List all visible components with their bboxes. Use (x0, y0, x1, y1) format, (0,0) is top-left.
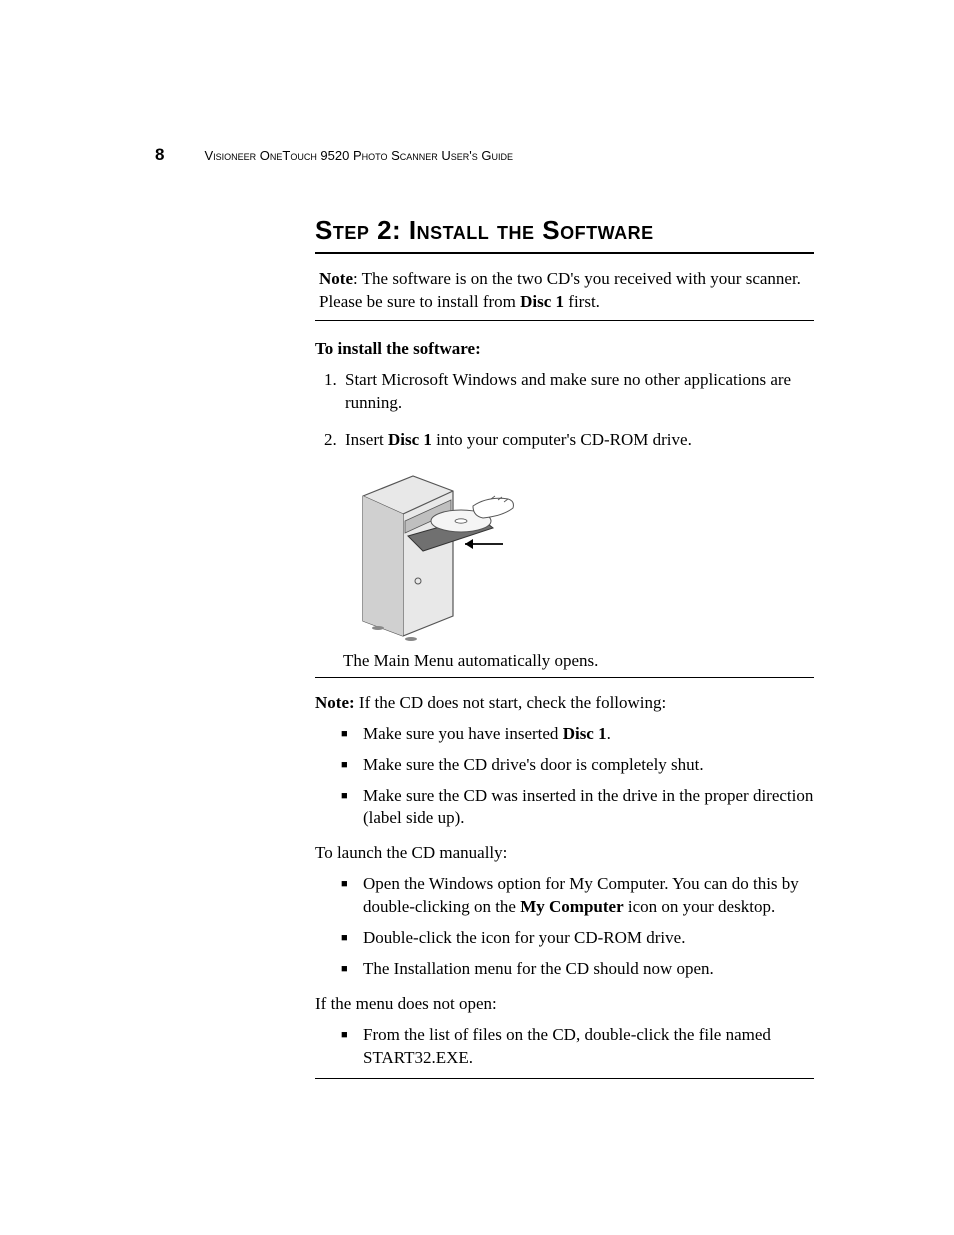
fallback-item-1: From the list of files on the CD, double… (359, 1024, 814, 1070)
step-2: Insert Disc 1 into your computer's CD-RO… (341, 429, 814, 452)
check-item-1-prefix: Make sure you have inserted (363, 724, 563, 743)
note-2-text: If the CD does not start, check the foll… (355, 693, 667, 712)
page-number: 8 (155, 145, 164, 165)
insert-disc-illustration (343, 466, 523, 641)
step-2-bold: Disc 1 (388, 430, 432, 449)
launch-item-1-bold: My Computer (520, 897, 623, 916)
launch-item-1-suffix: icon on your desktop. (624, 897, 776, 916)
launch-list: Open the Windows option for My Computer.… (315, 873, 814, 981)
note-rule (315, 320, 814, 321)
step-2-suffix: into your computer's CD-ROM drive. (432, 430, 692, 449)
check-item-1-bold: Disc 1 (563, 724, 607, 743)
page-header: 8 Visioneer OneTouch 9520 Photo Scanner … (155, 145, 814, 165)
launch-item-1: Open the Windows option for My Computer.… (359, 873, 814, 919)
note-text-2: first. (564, 292, 600, 311)
section-rule-1 (315, 677, 814, 678)
heading-rule (315, 252, 814, 254)
check-item-1: Make sure you have inserted Disc 1. (359, 723, 814, 746)
launch-heading: To launch the CD manually: (315, 842, 814, 865)
step-1: Start Microsoft Windows and make sure no… (341, 369, 814, 415)
note-2: Note: If the CD does not start, check th… (315, 692, 814, 715)
check-item-2: Make sure the CD drive's door is complet… (359, 754, 814, 777)
step-2-prefix: Insert (345, 430, 388, 449)
install-subhead: To install the software: (315, 339, 814, 359)
install-steps: Start Microsoft Windows and make sure no… (315, 369, 814, 452)
launch-item-2: Double-click the icon for your CD-ROM dr… (359, 927, 814, 950)
note-box: Note: The software is on the two CD's yo… (315, 268, 814, 314)
check-item-3: Make sure the CD was inserted in the dri… (359, 785, 814, 831)
check-list: Make sure you have inserted Disc 1. Make… (315, 723, 814, 831)
check-item-1-suffix: . (607, 724, 611, 743)
fallback-list: From the list of files on the CD, double… (315, 1024, 814, 1070)
fallback-heading: If the menu does not open: (315, 993, 814, 1016)
section-heading: Step 2: Install the Software (315, 215, 814, 246)
note-bold: Disc 1 (520, 292, 564, 311)
running-head: Visioneer OneTouch 9520 Photo Scanner Us… (204, 148, 513, 163)
launch-item-3: The Installation menu for the CD should … (359, 958, 814, 981)
after-illustration-text: The Main Menu automatically opens. (343, 651, 814, 671)
note-2-label: Note: (315, 693, 355, 712)
note-label: Note (319, 269, 353, 288)
section-rule-2 (315, 1078, 814, 1079)
